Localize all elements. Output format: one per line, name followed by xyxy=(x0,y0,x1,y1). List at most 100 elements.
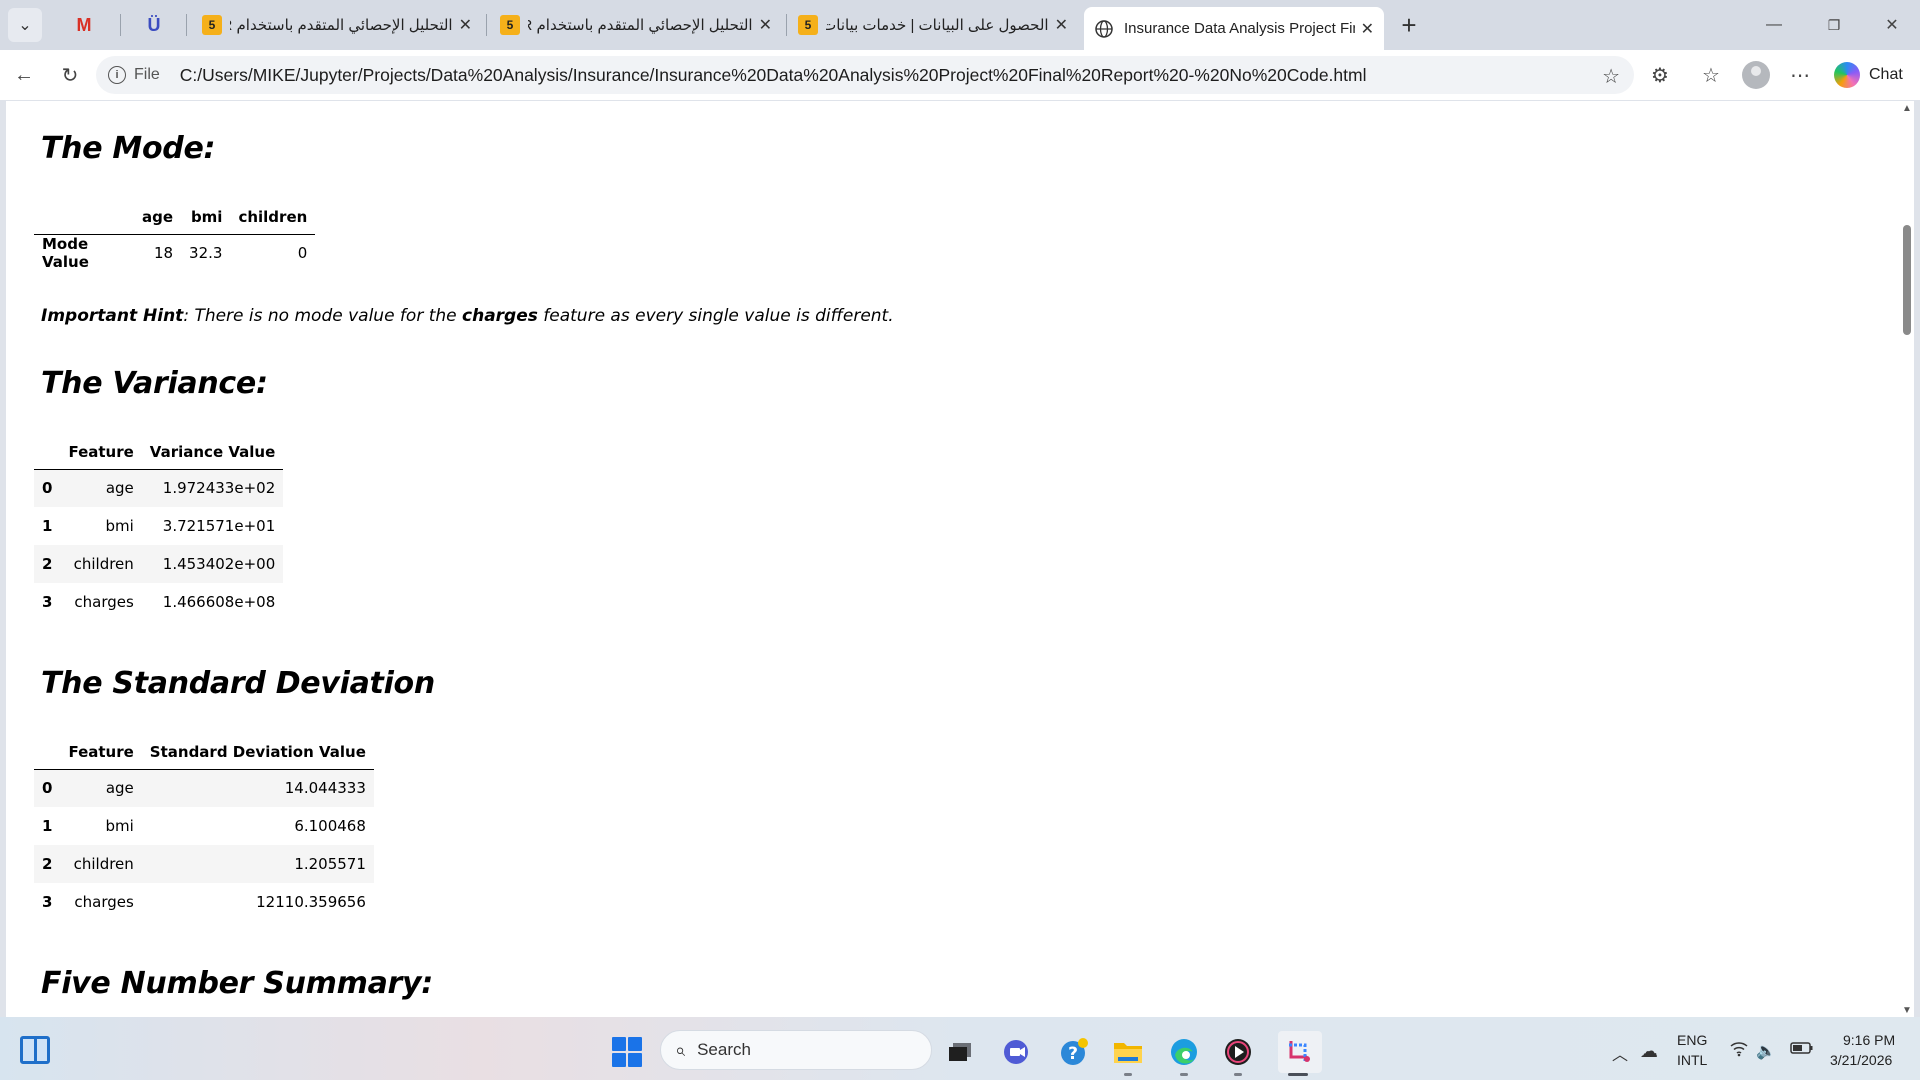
tab-separator xyxy=(186,14,187,36)
url-text[interactable]: C:/Users/MIKE/Jupyter/Projects/Data%20An… xyxy=(180,65,1367,86)
important-hint: Important Hint: There is no mode value f… xyxy=(41,306,894,326)
cell: 12110.359656 xyxy=(256,893,366,911)
table-row: 3 charges 12110.359656 xyxy=(34,883,374,921)
cell: bmi xyxy=(105,517,134,535)
chevron-up-icon[interactable]: ︿ xyxy=(1612,1041,1628,1065)
cell: children xyxy=(73,555,134,573)
scroll-up-icon[interactable]: ▲ xyxy=(1902,103,1912,114)
cell: age xyxy=(105,779,134,798)
scroll-down-icon[interactable]: ▼ xyxy=(1902,1005,1912,1016)
widgets-icon[interactable] xyxy=(20,1036,50,1064)
cell: 14.044333 xyxy=(284,779,366,798)
cell: children xyxy=(73,855,134,873)
help-icon[interactable]: ? xyxy=(1058,1036,1090,1068)
row-index: 3 xyxy=(42,893,53,911)
svg-text:?: ? xyxy=(1068,1044,1078,1064)
scheme-label: File xyxy=(134,66,160,83)
taskbar-search[interactable]: ⌕ Search xyxy=(660,1030,932,1070)
row-index: 2 xyxy=(42,855,53,873)
meet-icon[interactable] xyxy=(1002,1036,1034,1068)
cell: age xyxy=(105,479,134,498)
start-icon[interactable] xyxy=(612,1037,642,1067)
task-view-icon[interactable] xyxy=(944,1036,976,1068)
cell: 32.3 xyxy=(189,244,223,263)
tab-r-course-1[interactable]: 5 التحليل الإحصائي المتقدم باستخدام R ✕ xyxy=(192,7,482,43)
cell: 1.453402e+00 xyxy=(162,555,276,573)
row-index: 1 xyxy=(42,517,53,535)
battery-icon[interactable] xyxy=(1790,1041,1814,1060)
close-tab-icon[interactable]: ✕ xyxy=(759,15,772,35)
profile-icon[interactable] xyxy=(1742,61,1770,89)
hint-label: Important Hint xyxy=(41,306,184,326)
scrollbar-thumb[interactable] xyxy=(1903,225,1911,335)
col-feature: Feature xyxy=(68,742,134,761)
close-tab-icon[interactable]: ✕ xyxy=(459,15,472,35)
table-row: 3 charges 1.466608e+08 xyxy=(34,583,283,621)
tab-separator xyxy=(120,14,121,36)
gmail-icon[interactable]: M xyxy=(70,12,98,38)
new-tab-button[interactable]: + xyxy=(1394,10,1424,40)
mode-heading: The Mode: xyxy=(41,131,216,166)
minimize-icon[interactable]: — xyxy=(1746,8,1802,42)
tab-r-course-2[interactable]: 5 التحليل الإحصائي المتقدم باستخدام R ✕ xyxy=(490,7,782,43)
tab-insurance-report[interactable]: Insurance Data Analysis Project Final Re… xyxy=(1084,7,1384,50)
clock-time[interactable]: 9:16 PM xyxy=(1843,1032,1895,1048)
close-window-icon[interactable]: ✕ xyxy=(1864,8,1920,42)
language-secondary[interactable]: INTL xyxy=(1677,1052,1707,1068)
mode-col-children: children xyxy=(238,207,308,226)
tab-actions-icon[interactable]: ⌄ xyxy=(8,8,42,42)
file-explorer-icon[interactable] xyxy=(1112,1036,1144,1068)
copilot-icon xyxy=(1834,62,1860,88)
variance-table: Feature Variance Value 0 age 1.972433e+0… xyxy=(34,435,284,621)
row-index: 1 xyxy=(42,817,53,835)
reload-icon[interactable]: ↻ xyxy=(54,59,86,91)
mode-col-bmi: bmi xyxy=(190,207,223,226)
hint-text-post: feature as every single value is differe… xyxy=(537,306,894,326)
app-active-indicator xyxy=(1288,1073,1308,1076)
address-bar[interactable]: i File C:/Users/MIKE/Jupyter/Projects/Da… xyxy=(96,56,1634,94)
ublock-icon[interactable]: Ü xyxy=(140,12,168,38)
app-running-indicator xyxy=(1234,1073,1242,1076)
language-primary[interactable]: ENG xyxy=(1677,1032,1707,1048)
col-feature: Feature xyxy=(68,442,134,461)
tab-separator xyxy=(486,14,487,36)
cell: charges xyxy=(74,893,134,911)
tab-separator xyxy=(786,14,787,36)
five-number-heading: Five Number Summary: xyxy=(41,966,433,1001)
restore-icon[interactable]: ❐ xyxy=(1806,8,1862,42)
cloud-icon[interactable]: ☁ xyxy=(1640,1041,1658,1062)
favorites-icon[interactable]: ☆ xyxy=(1697,61,1725,89)
row-index: 2 xyxy=(42,555,53,573)
table-row: 0 age 14.044333 xyxy=(34,769,374,807)
cell: 1.466608e+08 xyxy=(162,593,276,611)
back-icon[interactable]: ← xyxy=(8,59,40,91)
more-icon[interactable]: ⋯ xyxy=(1786,61,1814,89)
tab-title: Insurance Data Analysis Project Final Re… xyxy=(1124,20,1355,37)
cell: 0 xyxy=(297,244,308,263)
info-icon[interactable]: i xyxy=(108,66,126,84)
cell: bmi xyxy=(105,817,134,835)
media-player-icon[interactable] xyxy=(1222,1036,1254,1068)
row-index: 0 xyxy=(42,779,53,798)
star-icon[interactable]: ☆ xyxy=(1602,64,1620,89)
cell: 1.972433e+02 xyxy=(162,479,276,498)
close-tab-icon[interactable]: ✕ xyxy=(1361,19,1374,39)
wifi-icon[interactable] xyxy=(1730,1041,1748,1062)
chat-button[interactable]: Chat xyxy=(1830,58,1914,92)
mode-table: age bmi children Mode Value 18 32.3 0 xyxy=(34,200,316,272)
edge-icon[interactable] xyxy=(1168,1036,1200,1068)
snipping-tool-icon[interactable] xyxy=(1278,1031,1322,1073)
tab-title: التحليل الإحصائي المتقدم باستخدام R xyxy=(528,17,753,34)
volume-icon[interactable]: 🔈 xyxy=(1756,1041,1776,1061)
clock-date[interactable]: 3/21/2026 xyxy=(1830,1052,1892,1068)
taskbar: ⌕ Search ? ︿ ☁ ENG INTL 🔈 9:16 PM 3/21/2… xyxy=(0,1017,1920,1080)
table-row: 2 children 1.205571 xyxy=(34,845,374,883)
tab-favicon: 5 xyxy=(500,15,520,35)
tab-strip: ⌄ M Ü 5 التحليل الإحصائي المتقدم باستخدا… xyxy=(0,0,1920,50)
extensions-icon[interactable]: ⚙ xyxy=(1646,61,1674,89)
tab-data-services[interactable]: 5 الحصول على البيانات | خدمات بيانات ✕ xyxy=(788,7,1078,43)
close-tab-icon[interactable]: ✕ xyxy=(1055,15,1068,35)
table-row: 2 children 1.453402e+00 xyxy=(34,545,284,583)
vertical-scrollbar[interactable]: ▲ ▼ xyxy=(1900,101,1914,1017)
app-running-indicator xyxy=(1124,1073,1132,1076)
